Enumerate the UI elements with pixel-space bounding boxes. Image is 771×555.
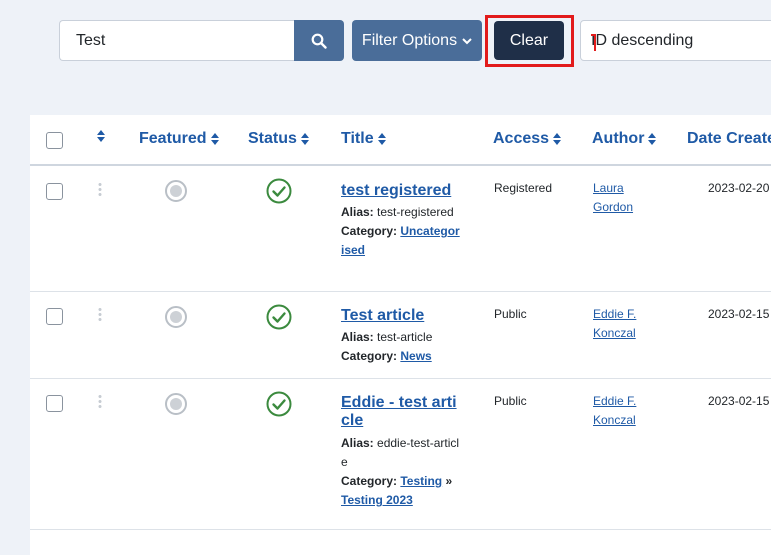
date-created-header[interactable]: Date Created bbox=[687, 130, 771, 148]
sort-icon bbox=[553, 133, 562, 145]
table-row: Test article Alias: test-article Categor… bbox=[30, 292, 771, 379]
sort-icon bbox=[97, 130, 105, 142]
alias-value: test-article bbox=[377, 330, 433, 344]
sort-icon bbox=[377, 133, 386, 145]
clear-label: Clear bbox=[509, 31, 549, 49]
sort-icon bbox=[648, 133, 657, 145]
row-checkbox[interactable] bbox=[46, 308, 63, 325]
date-created: 2023-02-20 bbox=[708, 181, 770, 195]
author-header-label: Author bbox=[592, 130, 645, 147]
alias-label: Alias: bbox=[341, 436, 374, 450]
access-level: Registered bbox=[494, 181, 553, 195]
author-link[interactable]: Eddie F. Konczal bbox=[593, 392, 653, 430]
drag-handle-icon[interactable] bbox=[98, 307, 102, 323]
category-label: Category: bbox=[341, 224, 398, 238]
featured-toggle-icon[interactable] bbox=[165, 393, 187, 415]
article-meta: Alias: test-registered Category: Uncateg… bbox=[341, 203, 463, 260]
sort-order-select[interactable]: ID descending bbox=[580, 20, 771, 61]
sort-icon bbox=[300, 133, 309, 145]
category-separator: » bbox=[445, 474, 453, 488]
alias-label: Alias: bbox=[341, 330, 374, 344]
status-header[interactable]: Status bbox=[248, 130, 309, 148]
drag-handle-icon[interactable] bbox=[98, 394, 102, 410]
featured-toggle-icon[interactable] bbox=[165, 180, 187, 202]
articles-table: Featured Status Title Access Author Date… bbox=[30, 115, 771, 555]
title-header-label: Title bbox=[341, 130, 374, 147]
alias-label: Alias: bbox=[341, 205, 374, 219]
category-link[interactable]: News bbox=[400, 349, 431, 363]
alias-value: test-registered bbox=[377, 205, 454, 219]
sort-order-value: ID descending bbox=[591, 31, 694, 49]
published-check-icon[interactable] bbox=[266, 391, 292, 417]
table-row: Eddie - test article Alias: eddie-test-a… bbox=[30, 379, 771, 530]
select-all-checkbox[interactable] bbox=[46, 132, 63, 149]
article-title-link[interactable]: Test article bbox=[341, 307, 463, 325]
subcategory-link[interactable]: Testing 2023 bbox=[341, 493, 413, 507]
featured-toggle-icon[interactable] bbox=[165, 306, 187, 328]
search-input[interactable] bbox=[59, 20, 294, 61]
author-link[interactable]: Eddie F. Konczal bbox=[593, 305, 653, 343]
search-button[interactable] bbox=[294, 20, 344, 61]
table-row: test registered Alias: test-registered C… bbox=[30, 166, 771, 292]
date-created: 2023-02-15 bbox=[708, 394, 770, 408]
ordering-sort-header[interactable] bbox=[97, 130, 105, 142]
drag-handle-icon[interactable] bbox=[98, 182, 102, 198]
article-title-link[interactable]: test registered bbox=[341, 182, 463, 200]
category-label: Category: bbox=[341, 349, 398, 363]
published-check-icon[interactable] bbox=[266, 178, 292, 204]
row-checkbox[interactable] bbox=[46, 183, 63, 200]
category-label: Category: bbox=[341, 474, 398, 488]
date-created: 2023-02-15 bbox=[708, 307, 770, 321]
article-title-link[interactable]: Eddie - test article bbox=[341, 394, 463, 430]
category-link[interactable]: Testing bbox=[400, 474, 442, 488]
title-header[interactable]: Title bbox=[341, 130, 386, 148]
featured-header[interactable]: Featured bbox=[139, 130, 219, 148]
author-link[interactable]: Laura Gordon bbox=[593, 179, 653, 217]
article-meta: Alias: test-article Category: News bbox=[341, 328, 463, 366]
access-header-label: Access bbox=[493, 130, 550, 147]
chevron-down-icon bbox=[462, 37, 472, 44]
date-created-header-label: Date Created bbox=[687, 130, 771, 147]
article-meta: Alias: eddie-test-article Category: Test… bbox=[341, 434, 463, 510]
status-header-label: Status bbox=[248, 130, 297, 147]
filter-options-button[interactable]: Filter Options bbox=[352, 20, 482, 61]
author-header[interactable]: Author bbox=[592, 130, 657, 148]
text-cursor-marker bbox=[591, 34, 596, 51]
sort-icon bbox=[210, 133, 219, 145]
table-header: Featured Status Title Access Author Date… bbox=[30, 115, 771, 166]
search-icon bbox=[311, 33, 327, 49]
row-checkbox[interactable] bbox=[46, 395, 63, 412]
published-check-icon[interactable] bbox=[266, 304, 292, 330]
filter-options-label: Filter Options bbox=[361, 31, 458, 49]
access-level: Public bbox=[494, 394, 527, 408]
clear-button[interactable]: Clear bbox=[494, 21, 564, 60]
featured-header-label: Featured bbox=[139, 130, 207, 147]
access-header[interactable]: Access bbox=[493, 130, 562, 148]
access-level: Public bbox=[494, 307, 527, 321]
